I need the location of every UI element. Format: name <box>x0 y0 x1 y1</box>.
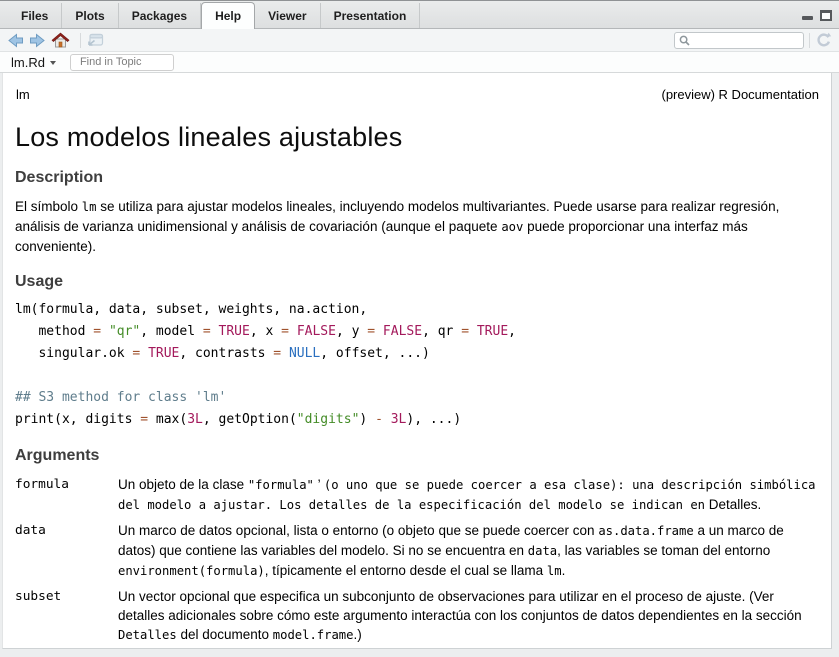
tab-help-label: Help <box>215 9 241 23</box>
tab-files-label: Files <box>21 9 48 23</box>
home-icon <box>51 32 70 48</box>
argument-name: formula <box>15 475 118 515</box>
help-document: lm (preview) R Documentation Los modelos… <box>2 73 832 649</box>
doc-meta-row: lm (preview) R Documentation <box>16 87 819 102</box>
tab-files[interactable]: Files <box>8 3 62 28</box>
tab-presentation[interactable]: Presentation <box>321 3 421 28</box>
topic-selector[interactable]: lm.Rd <box>11 55 56 70</box>
doc-source-label: (preview) R Documentation <box>661 87 819 102</box>
arguments-table: formula Un objeto de la clase "formula" … <box>15 475 820 649</box>
argument-name: subset <box>15 587 118 645</box>
help-pane: Files Plots Packages Help Viewer Present… <box>0 0 839 649</box>
tab-viewer[interactable]: Viewer <box>255 3 320 28</box>
pane-tabbar: Files Plots Packages Help Viewer Present… <box>0 0 839 29</box>
tab-viewer-label: Viewer <box>268 9 306 23</box>
back-arrow-icon <box>7 33 24 48</box>
forward-button[interactable] <box>29 33 46 48</box>
back-button[interactable] <box>7 33 24 48</box>
tab-plots-label: Plots <box>75 9 104 23</box>
tab-packages-label: Packages <box>132 9 187 23</box>
refresh-button[interactable] <box>815 32 832 48</box>
doc-topic-name: lm <box>16 87 30 102</box>
arguments-heading: Arguments <box>15 447 820 465</box>
help-search-box[interactable] <box>674 32 804 49</box>
tab-presentation-label: Presentation <box>334 9 407 23</box>
description-heading: Description <box>15 169 820 187</box>
tab-plots[interactable]: Plots <box>62 3 118 28</box>
argument-row-formula: formula Un objeto de la clase "formula" … <box>15 475 820 515</box>
find-in-topic-input[interactable] <box>70 54 174 71</box>
usage-code-block: lm(formula, data, subset, weights, na.ac… <box>15 299 820 431</box>
toolbar-separator <box>80 33 81 48</box>
search-input[interactable] <box>693 33 799 47</box>
argument-description: Un objeto de la clase "formula" ’ (o uno… <box>118 475 820 515</box>
page-title: Los modelos lineales ajustables <box>15 122 820 153</box>
refresh-icon <box>815 32 832 48</box>
toolbar-separator <box>809 33 810 48</box>
help-toolbar <box>0 29 839 52</box>
argument-row-subset: subset Un vector opcional que especifica… <box>15 587 820 645</box>
usage-heading: Usage <box>15 273 820 291</box>
help-topic-bar: lm.Rd <box>0 52 839 73</box>
forward-arrow-icon <box>29 33 46 48</box>
argument-name: data <box>15 521 118 581</box>
show-in-new-window-icon <box>86 33 104 47</box>
maximize-pane-icon[interactable] <box>820 10 832 21</box>
show-in-new-window-button[interactable] <box>86 33 104 47</box>
tab-packages[interactable]: Packages <box>119 3 201 28</box>
chevron-down-icon <box>50 61 56 65</box>
description-paragraph: El símbolo lm se utiliza para ajustar mo… <box>15 197 820 257</box>
home-button[interactable] <box>51 32 70 48</box>
tab-help[interactable]: Help <box>201 2 255 29</box>
topic-label: lm.Rd <box>11 55 45 70</box>
pane-window-controls <box>802 10 832 21</box>
argument-description: Un vector opcional que especifica un sub… <box>118 587 820 645</box>
search-icon <box>679 35 690 46</box>
argument-row-data: data Un marco de datos opcional, lista o… <box>15 521 820 581</box>
argument-description: Un marco de datos opcional, lista o ento… <box>118 521 820 581</box>
minimize-pane-icon[interactable] <box>802 16 813 20</box>
